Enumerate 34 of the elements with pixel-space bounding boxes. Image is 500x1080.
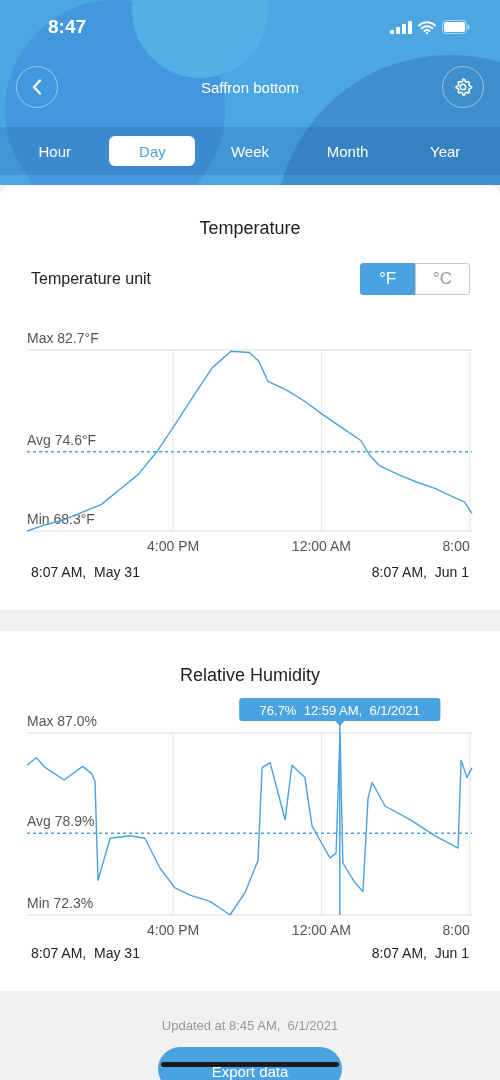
wifi-icon — [418, 20, 436, 34]
period-tab[interactable]: Day — [109, 136, 196, 166]
unit-label: Temperature unit — [31, 270, 152, 288]
status-time: 8:47 — [48, 16, 87, 38]
tooltip: 76.7% 12:59 AM, 6/1/2021 — [239, 698, 441, 726]
page-title: Saffron bottom — [200, 78, 300, 96]
unit-toggle[interactable]: °C — [415, 263, 470, 295]
x-axis-label: 8:00 — [442, 922, 470, 938]
y-axis-label: Avg 78.9% — [27, 813, 95, 830]
x-axis-label: 12:00 AM — [291, 922, 351, 938]
back-icon — [32, 79, 42, 95]
y-axis-label: Avg 74.6°F — [27, 431, 97, 448]
y-axis-label: Min 72.3% — [27, 895, 94, 911]
x-axis-label: 4:00 PM — [147, 922, 200, 938]
end-time: 8:07 AM, Jun 1 — [371, 564, 469, 580]
signal-icon — [390, 20, 412, 34]
start-time: 8:07 AM, May 31 — [31, 564, 140, 580]
unit-toggle[interactable]: °F — [360, 263, 415, 295]
settings-icon — [453, 77, 473, 97]
start-time: 8:07 AM, May 31 — [31, 945, 140, 961]
period-tab[interactable]: Week — [207, 136, 293, 166]
end-time: 8:07 AM, Jun 1 — [371, 945, 469, 961]
y-axis-label: Max 82.7°F — [27, 330, 99, 346]
battery-icon — [442, 20, 470, 34]
x-axis-label: 8:00 — [442, 538, 470, 552]
chart-title: Relative Humidity — [178, 664, 321, 686]
period-tab[interactable]: Hour — [11, 136, 98, 166]
period-tab[interactable]: Year — [402, 136, 489, 166]
chart-title: Temperature — [198, 217, 302, 239]
y-axis-label: Max 87.0% — [27, 713, 98, 729]
period-tab[interactable]: Month — [304, 136, 391, 166]
x-axis-label: 12:00 AM — [291, 538, 351, 552]
updated-text: Updated at 8:45 AM, 6/1/2021 — [161, 1018, 339, 1034]
x-axis-label: 4:00 PM — [147, 538, 200, 552]
